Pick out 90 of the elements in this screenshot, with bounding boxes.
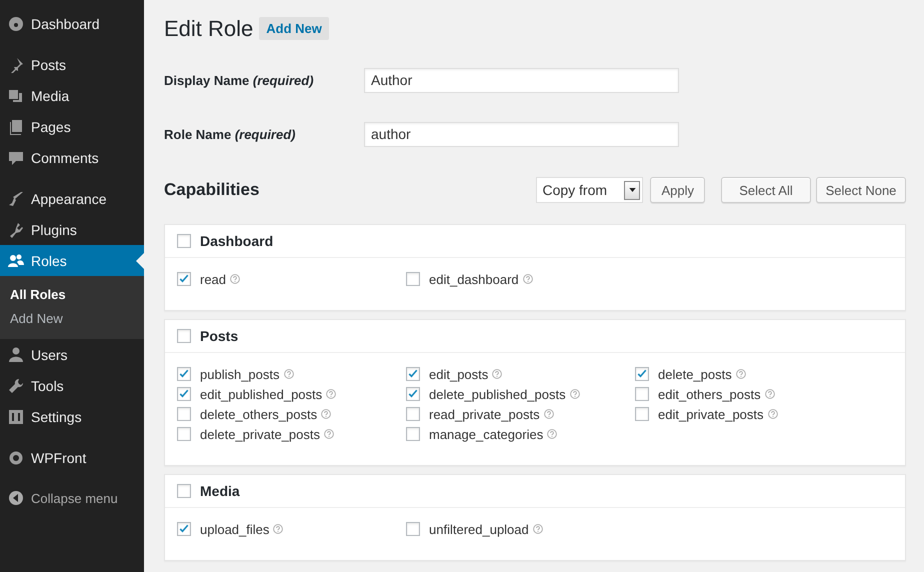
menu-item[interactable]: Settings bbox=[0, 401, 144, 432]
capability-label: edit_dashboard bbox=[429, 272, 519, 286]
menu-icon bbox=[8, 222, 24, 238]
menu-item[interactable]: Tools bbox=[0, 370, 144, 401]
help-icon[interactable] bbox=[544, 409, 554, 419]
capability-checkbox[interactable] bbox=[406, 427, 420, 441]
capability-checkbox[interactable] bbox=[177, 387, 191, 401]
capability-checkbox[interactable] bbox=[406, 387, 420, 401]
apply-button[interactable]: Apply bbox=[650, 177, 705, 203]
capability-label: upload_files bbox=[200, 522, 270, 536]
help-icon[interactable] bbox=[273, 524, 284, 534]
caret-icon bbox=[628, 188, 636, 192]
group-checkbox[interactable] bbox=[177, 329, 191, 343]
menu-item[interactable]: Appearance bbox=[0, 183, 144, 214]
group-title: Posts bbox=[200, 328, 238, 344]
help-icon[interactable] bbox=[532, 524, 543, 534]
menu-item[interactable]: Posts bbox=[0, 49, 144, 80]
capability-checkbox[interactable] bbox=[177, 427, 191, 441]
menu-icon bbox=[8, 16, 24, 32]
menu-item[interactable]: Comments bbox=[0, 142, 144, 173]
capability-checkbox[interactable] bbox=[177, 367, 191, 381]
capability-label: edit_published_posts bbox=[200, 386, 322, 402]
capability-label: read bbox=[200, 272, 226, 286]
help-icon[interactable] bbox=[570, 389, 580, 399]
menu-icon bbox=[8, 378, 24, 394]
capability-label: delete_published_posts bbox=[429, 386, 566, 402]
capability-label: delete_private_posts bbox=[200, 426, 320, 442]
capability-checkbox[interactable] bbox=[635, 407, 649, 421]
arrow-circle-icon bbox=[8, 490, 24, 506]
menu-item[interactable]: Pages bbox=[0, 111, 144, 142]
menu-item[interactable]: Dashboard bbox=[0, 8, 144, 39]
add-new-button[interactable]: Add New bbox=[259, 17, 329, 40]
help-icon[interactable] bbox=[284, 369, 294, 379]
group-title: Dashboard bbox=[200, 233, 274, 249]
capability-label: manage_categories bbox=[429, 426, 544, 442]
submenu-item[interactable]: Add New bbox=[0, 307, 144, 331]
capability-checkbox[interactable] bbox=[406, 522, 420, 536]
menu-icon bbox=[8, 150, 24, 166]
help-icon[interactable] bbox=[230, 274, 240, 284]
capability-label: edit_others_posts bbox=[658, 386, 761, 402]
capability-checkbox[interactable] bbox=[635, 367, 649, 381]
group-title: Media bbox=[200, 483, 240, 499]
field-label: Display Name (required) bbox=[164, 72, 315, 88]
group-checkbox[interactable] bbox=[177, 234, 191, 248]
field-label: Role Name (required) bbox=[164, 126, 296, 142]
menu-icon bbox=[8, 88, 24, 104]
help-icon[interactable] bbox=[764, 389, 775, 399]
menu-icon bbox=[8, 252, 24, 268]
menu-item[interactable]: Media bbox=[0, 80, 144, 111]
capability-checkbox[interactable] bbox=[177, 272, 191, 286]
capability-label: read_private_posts bbox=[429, 406, 540, 422]
help-icon[interactable] bbox=[547, 429, 558, 439]
capability-checkbox[interactable] bbox=[635, 387, 649, 401]
help-icon[interactable] bbox=[768, 409, 778, 419]
menu-icon bbox=[8, 118, 24, 134]
menu-icon bbox=[8, 450, 24, 466]
help-icon[interactable] bbox=[324, 429, 334, 439]
help-icon[interactable] bbox=[492, 369, 502, 379]
help-icon[interactable] bbox=[321, 409, 332, 419]
submenu-item[interactable]: All Roles bbox=[0, 283, 144, 307]
capability-checkbox[interactable] bbox=[406, 367, 420, 381]
help-icon[interactable] bbox=[736, 369, 746, 379]
capability-checkbox[interactable] bbox=[406, 407, 420, 421]
select-none-button[interactable]: Select None bbox=[816, 177, 906, 203]
select-all-button[interactable]: Select All bbox=[721, 177, 811, 203]
capability-label: edit_private_posts bbox=[658, 406, 764, 422]
collapse-menu-button[interactable]: Collapse menu bbox=[0, 483, 144, 513]
help-icon[interactable] bbox=[522, 274, 533, 284]
capability-label: edit_posts bbox=[429, 366, 488, 382]
help-icon[interactable] bbox=[326, 389, 336, 399]
capability-checkbox[interactable] bbox=[406, 272, 420, 286]
capability-label: delete_posts bbox=[658, 366, 732, 382]
copy-from-dropdown[interactable]: Copy from bbox=[536, 177, 644, 203]
menu-icon bbox=[8, 408, 24, 424]
page-title: Edit Role bbox=[164, 16, 254, 42]
menu-item[interactable]: Roles bbox=[0, 245, 144, 276]
capability-label: publish_posts bbox=[200, 366, 280, 382]
menu-item[interactable]: Plugins bbox=[0, 214, 144, 245]
section-heading: Capabilities bbox=[164, 180, 260, 200]
text-field[interactable]: author bbox=[364, 122, 679, 146]
menu-icon bbox=[8, 190, 24, 206]
menu-icon bbox=[8, 346, 24, 362]
capability-label: unfiltered_upload bbox=[429, 522, 529, 536]
text-field[interactable]: Author bbox=[364, 68, 679, 92]
capability-checkbox[interactable] bbox=[177, 522, 191, 536]
group-checkbox[interactable] bbox=[177, 484, 191, 498]
menu-item[interactable]: WPFront bbox=[0, 442, 144, 473]
capability-checkbox[interactable] bbox=[177, 407, 191, 421]
capability-label: delete_others_posts bbox=[200, 406, 318, 422]
menu-item[interactable]: Users bbox=[0, 339, 144, 370]
